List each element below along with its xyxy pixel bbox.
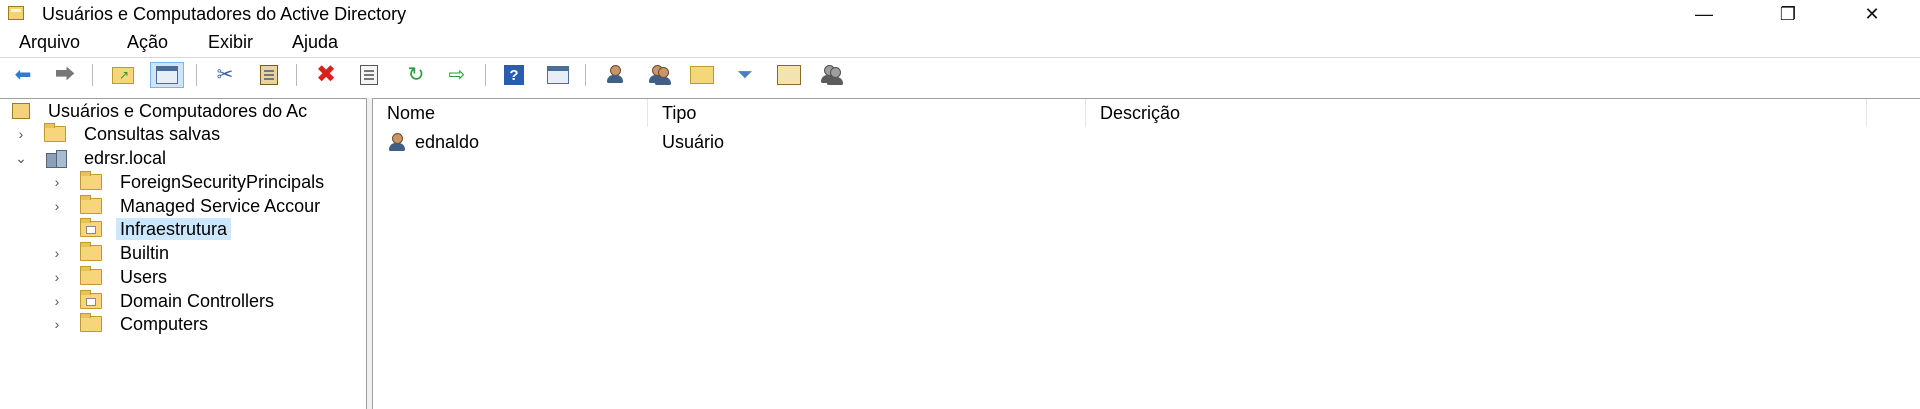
menu-ajuda[interactable]: Ajuda bbox=[292, 32, 338, 53]
chevron-right-icon[interactable]: › bbox=[50, 290, 64, 312]
tree-item-label: Domain Controllers bbox=[120, 290, 275, 311]
ad-root-icon bbox=[12, 103, 30, 119]
find-icon[interactable] bbox=[776, 62, 802, 88]
chevron-right-icon[interactable]: › bbox=[14, 123, 28, 145]
toolbar-separator bbox=[92, 64, 93, 86]
chevron-right-icon[interactable]: › bbox=[50, 171, 64, 193]
domain-icon bbox=[44, 149, 68, 168]
details-list[interactable]: Nome Tipo Descrição ednaldo Usuário bbox=[373, 98, 1920, 409]
maximize-button[interactable]: ❐ bbox=[1760, 0, 1816, 28]
ou-folder-icon bbox=[80, 218, 102, 238]
help-icon[interactable]: ? bbox=[501, 62, 527, 88]
toolbar: ⬅ ⮕ ↗ ✂ ✖ ↻ ⇨ ? ⏷ bbox=[0, 60, 1920, 92]
toolbar-separator bbox=[485, 64, 486, 86]
show-action-pane-icon[interactable] bbox=[543, 62, 573, 88]
title-bar: Usuários e Computadores do Active Direct… bbox=[0, 0, 1920, 28]
tree-item-label: edrsr.local bbox=[84, 148, 167, 168]
menu-arquivo[interactable]: Arquivo bbox=[19, 32, 80, 53]
tree-item-label: Consultas salvas bbox=[84, 124, 221, 144]
refresh-icon[interactable]: ↻ bbox=[403, 62, 429, 88]
console-tree[interactable]: Usuários e Computadores do Ac › Consulta… bbox=[0, 98, 367, 409]
toolbar-separator bbox=[196, 64, 197, 86]
new-group-icon[interactable] bbox=[646, 62, 672, 88]
tree-item-label: Computers bbox=[120, 314, 209, 335]
add-to-group-icon[interactable] bbox=[818, 62, 844, 88]
new-user-icon[interactable] bbox=[603, 62, 629, 88]
toolbar-separator bbox=[585, 64, 586, 86]
column-header-nome[interactable]: Nome bbox=[373, 99, 648, 127]
new-ou-icon[interactable] bbox=[689, 62, 715, 88]
chevron-right-icon[interactable]: › bbox=[50, 195, 64, 217]
folder-icon bbox=[80, 171, 102, 190]
minimize-button[interactable]: — bbox=[1676, 0, 1732, 28]
paste-icon[interactable] bbox=[256, 62, 282, 88]
column-header-tipo[interactable]: Tipo bbox=[648, 99, 1086, 127]
filter-icon[interactable]: ⏷ bbox=[732, 62, 758, 88]
folder-icon bbox=[44, 123, 66, 142]
forward-icon[interactable]: ⮕ bbox=[52, 62, 78, 88]
tree-item-label: Users bbox=[120, 266, 168, 287]
tree-item-label: Managed Service Accour bbox=[120, 195, 321, 216]
folder-icon bbox=[80, 242, 102, 262]
properties-icon[interactable] bbox=[356, 62, 382, 88]
window-title: Usuários e Computadores do Active Direct… bbox=[42, 4, 407, 24]
chevron-down-icon[interactable]: ⌄ bbox=[14, 147, 28, 169]
show-hide-console-tree-icon[interactable] bbox=[150, 62, 184, 88]
close-button[interactable]: ✕ bbox=[1844, 0, 1900, 28]
chevron-right-icon[interactable]: › bbox=[50, 266, 64, 288]
menu-separator bbox=[0, 57, 1920, 58]
tree-item-label: ForeignSecurityPrincipals bbox=[120, 172, 325, 192]
back-icon[interactable]: ⬅ bbox=[10, 62, 36, 88]
menu-acao[interactable]: Ação bbox=[127, 32, 168, 53]
tree-item-label: Infraestrutura bbox=[116, 218, 232, 241]
ou-folder-icon bbox=[80, 289, 102, 309]
tree-item-label: Builtin bbox=[120, 243, 170, 264]
user-icon bbox=[387, 132, 407, 152]
chevron-right-icon[interactable]: › bbox=[50, 313, 64, 335]
column-header-descricao[interactable]: Descrição bbox=[1086, 99, 1867, 127]
ad-app-icon bbox=[8, 6, 24, 20]
list-item-name: ednaldo bbox=[415, 132, 480, 152]
folder-icon bbox=[80, 265, 102, 285]
menu-bar: Arquivo Ação Exibir Ajuda bbox=[0, 30, 1920, 54]
tree-root-label: Usuários e Computadores do Ac bbox=[48, 101, 308, 121]
chevron-right-icon[interactable]: › bbox=[50, 242, 64, 264]
folder-icon bbox=[80, 313, 102, 333]
toolbar-separator bbox=[296, 64, 297, 86]
menu-exibir[interactable]: Exibir bbox=[208, 32, 253, 53]
cut-icon[interactable]: ✂ bbox=[212, 62, 238, 88]
delete-icon[interactable]: ✖ bbox=[313, 62, 339, 88]
folder-icon bbox=[80, 194, 102, 214]
export-list-icon[interactable]: ⇨ bbox=[444, 62, 470, 88]
up-folder-icon[interactable]: ↗ bbox=[110, 62, 136, 88]
list-item-type: Usuário bbox=[662, 132, 725, 152]
